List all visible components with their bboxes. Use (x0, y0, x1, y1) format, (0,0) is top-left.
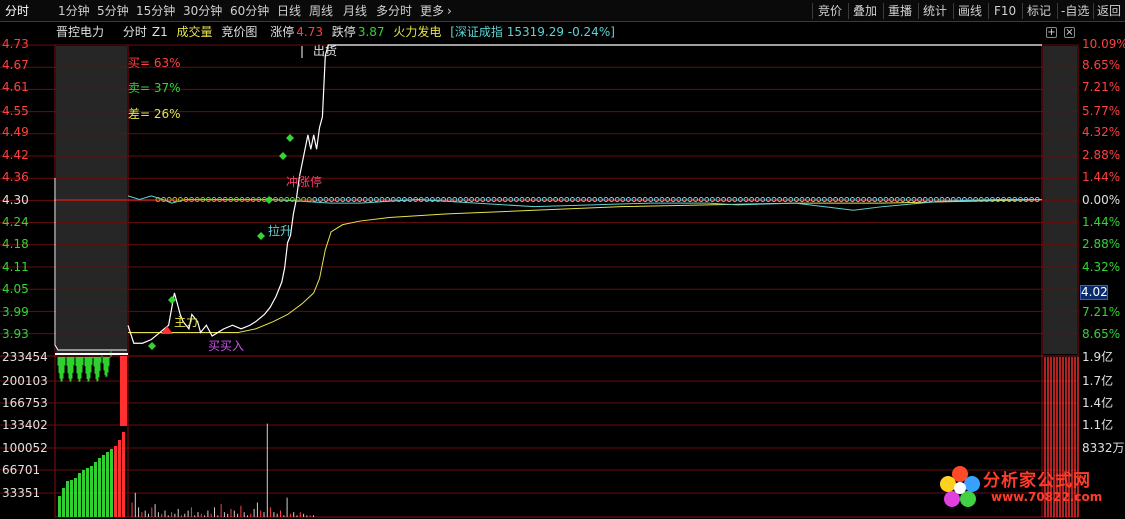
turnover-axis-label: 1.4亿 (1082, 396, 1114, 410)
volume-axis-label: 33351 (2, 486, 41, 500)
stock-info-line: 晋控电力 分时 Z1 成交量 竞价图 涨停 4.73 跌停 3.87 火力发电 [深证… (56, 24, 620, 40)
price-axis-label: 3.99 (2, 305, 29, 319)
pct-axis-label: 1.44% (1082, 170, 1121, 184)
diff-ratio-label: 差= 26% (128, 107, 181, 121)
auction-volume-bar (62, 488, 65, 517)
price-axis-label: 4.18 (2, 237, 29, 251)
auction-volume-bar (98, 458, 101, 517)
index-info: [深证成指 15319.29 -0.24%] (450, 25, 615, 39)
volume-axis-label: 133402 (2, 418, 48, 432)
pct-axis-label: 7.21% (1082, 305, 1121, 319)
tab-timeshare-mode[interactable]: 分时 (123, 25, 147, 39)
volume-axis-label: 200103 (2, 374, 48, 388)
auction-volume-bar (82, 470, 85, 517)
auction-volume-bar (74, 478, 77, 517)
volume-axis-label: 166753 (2, 396, 48, 410)
pct-axis-label: 4.32% (1082, 260, 1121, 274)
close-icon[interactable]: × (1064, 27, 1075, 38)
sector-name[interactable]: 火力发电 (393, 25, 441, 39)
auction-volume-bar (66, 481, 69, 517)
price-axis-label: 4.11 (2, 260, 29, 274)
auction-volume-bar (122, 432, 125, 517)
turnover-axis-label: 8332万 (1082, 441, 1125, 455)
price-axis-label: 4.24 (2, 215, 29, 229)
pct-axis-label: 5.77% (1082, 104, 1121, 118)
price-axis-label: 4.67 (2, 58, 29, 72)
buy-diamond-icon (279, 152, 287, 160)
rush-limit-label: 冲涨停 (286, 175, 323, 189)
price-axis-label: 4.30 (2, 193, 29, 207)
buy-ratio-label: 买= 63% (128, 56, 181, 70)
auction-volume-bars (57, 351, 127, 517)
tab-auction-chart[interactable]: 竞价图 (221, 25, 257, 39)
pct-axis-label: 2.88% (1082, 237, 1121, 251)
auction-volume-bar (110, 449, 113, 517)
turnover-axis-label: 1.7亿 (1082, 374, 1114, 388)
flower-logo-icon (940, 466, 980, 507)
auction-volume-bar (78, 473, 81, 517)
tab-volume[interactable]: 成交量 (177, 25, 213, 39)
limit-down-value: 3.87 (357, 25, 385, 39)
buy-diamond-icon (168, 296, 176, 304)
auction-volume-bar (58, 496, 61, 517)
limit-up-label: 涨停 (270, 25, 295, 39)
volume-grid (0, 380, 1078, 494)
pct-axis-label: 4.32% (1082, 125, 1121, 139)
pct-axis-label: 8.65% (1082, 58, 1121, 72)
sell-ratio-label: 卖= 37% (128, 81, 181, 95)
tab-z1[interactable]: Z1 (152, 25, 168, 39)
turnover-axis-label: 1.1亿 (1082, 418, 1114, 432)
auction-volume-bar (114, 446, 117, 517)
volume-axis-label: 233454 (2, 350, 48, 364)
price-axis-label: 4.05 (2, 282, 29, 296)
average-price-line (128, 199, 1043, 333)
buy-diamond-icon (148, 342, 156, 350)
price-axis-label: 3.93 (2, 327, 29, 341)
timeshare-chart[interactable] (0, 0, 1125, 519)
buy-diamond-icon (265, 196, 273, 204)
auction-volume-bar (118, 440, 121, 517)
auction-volume-bar (90, 466, 93, 517)
buy-diamond-icon (257, 232, 265, 240)
pct-axis-label: 8.65% (1082, 327, 1121, 341)
price-axis-label: 4.61 (2, 80, 29, 94)
volume-axis-label: 66701 (2, 463, 41, 477)
auction-volume-bar (120, 356, 127, 426)
stock-name: 晋控电力 (56, 25, 105, 39)
pull-up-label: 拉升 (268, 224, 293, 238)
pct-axis-label: 1.44% (1082, 215, 1121, 229)
auction-volume-bar (70, 480, 73, 517)
add-icon[interactable]: + (1046, 27, 1057, 38)
price-axis-label: 4.42 (2, 148, 29, 162)
auction-volume-bar (106, 452, 109, 517)
price-axis-label: 4.49 (2, 125, 29, 139)
site-watermark: 分析家公式网 www.70822.com (935, 462, 1120, 514)
pct-axis-label: 10.09% (1082, 37, 1125, 51)
limit-up-value: 4.73 (296, 25, 323, 39)
auction-volume-bar (94, 462, 97, 517)
price-axis-label: 4.36 (2, 170, 29, 184)
auction-volume-bar (86, 468, 89, 517)
pct-axis-label: 2.88% (1082, 148, 1121, 162)
price-axis-label: 4.55 (2, 104, 29, 118)
pct-axis-label: 7.21% (1082, 80, 1121, 94)
buy-in-label: 买买入 (208, 339, 245, 353)
pct-axis-label: 0.00% (1082, 193, 1121, 207)
buy-diamond-icon (286, 134, 294, 142)
current-price-tag: 4.02 (1080, 285, 1108, 300)
ship-out-label: 出货 (313, 44, 338, 58)
volume-axis-label: 100052 (2, 441, 48, 455)
price-axis-label: 4.73 (2, 37, 29, 51)
limit-down-label: 跌停 (331, 25, 356, 39)
main-force-label: 主力 (174, 315, 199, 329)
chart-frame (127, 44, 1043, 518)
turnover-axis-label: 1.9亿 (1082, 350, 1114, 364)
auction-volume-bar (102, 455, 105, 517)
